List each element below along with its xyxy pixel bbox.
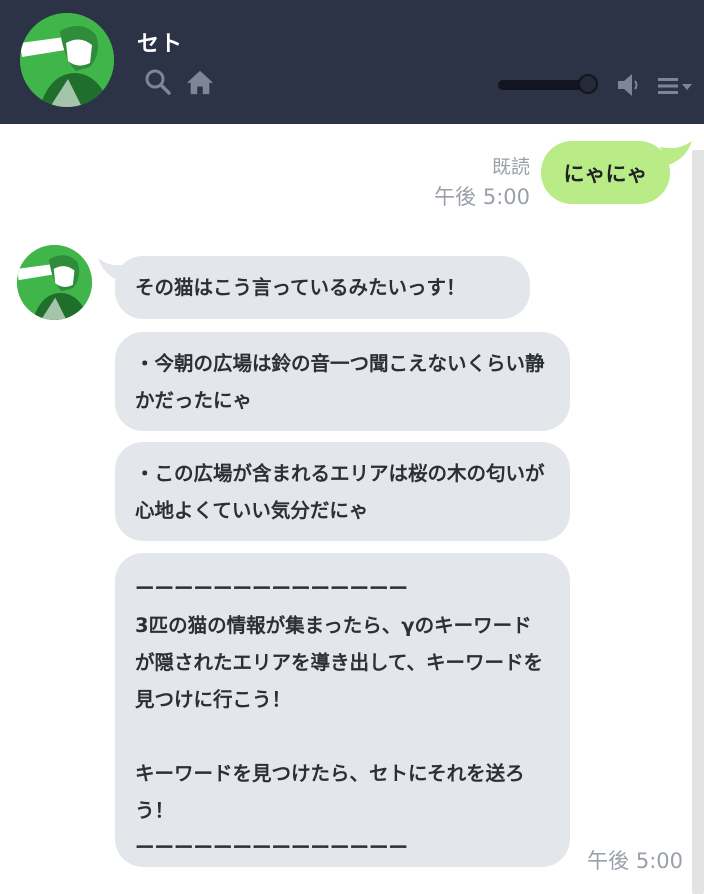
avatar-illustration <box>17 245 92 320</box>
sent-bubble-tail <box>660 141 692 165</box>
received-message-bubble[interactable]: ・この広場が含まれるエリアは桜の木の匂いが心地よくていい気分だにゃ <box>115 442 570 541</box>
scrollbar-thumb[interactable] <box>692 150 704 894</box>
contact-avatar[interactable] <box>20 13 114 107</box>
contact-name: セト <box>137 32 184 57</box>
volume-slider-handle[interactable] <box>578 74 598 94</box>
received-message-bubble[interactable]: ーーーーーーーーーーーーーー 3匹の猫の情報が集まったら、γのキーワードが隠され… <box>115 553 570 867</box>
search-icon[interactable] <box>144 68 172 96</box>
received-message-bubble[interactable]: ・今朝の広場は鈴の音一つ聞こえないくらい静かだったにゃ <box>115 332 570 431</box>
home-icon[interactable] <box>186 68 214 96</box>
menu-icon[interactable] <box>656 74 694 98</box>
received-timestamp: 午後 5:00 <box>587 849 683 873</box>
sender-avatar[interactable] <box>17 245 92 320</box>
received-message-bubble[interactable]: その猫はこう言っているみたいっす！ <box>115 256 530 319</box>
speaker-icon[interactable] <box>616 72 642 98</box>
sent-timestamp: 午後 5:00 <box>434 185 530 209</box>
chat-header: セト <box>0 0 704 124</box>
avatar-illustration <box>20 13 114 107</box>
sent-message-bubble[interactable]: にゃにゃ <box>541 141 670 204</box>
read-receipt: 既読 <box>491 156 530 178</box>
volume-slider[interactable] <box>498 80 590 90</box>
